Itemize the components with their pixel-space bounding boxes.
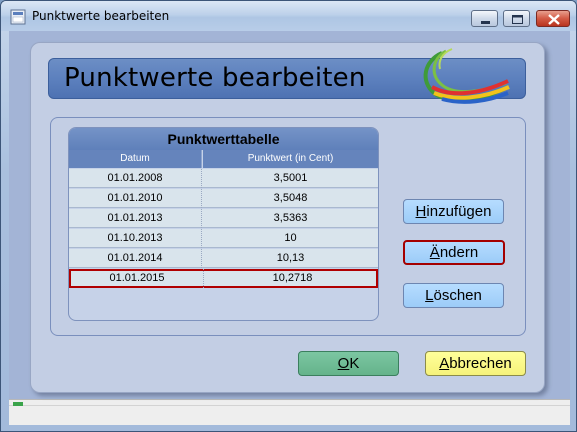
minimize-button[interactable] xyxy=(471,10,498,27)
table-row[interactable]: 01.01.2008 3,5001 xyxy=(69,169,378,188)
cell-value: 10 xyxy=(284,232,297,244)
table-row[interactable]: 01.10.2013 10 xyxy=(69,229,378,248)
window-title: Punktwerte bearbeiten xyxy=(32,9,170,23)
table-row[interactable]: 01.01.2013 3,5363 xyxy=(69,209,378,228)
column-header-value[interactable]: Punktwert (in Cent) xyxy=(203,150,378,168)
table-row[interactable]: 01.01.2014 10,13 xyxy=(69,249,378,268)
table-caption: Punktwerttabelle xyxy=(69,128,378,150)
delete-button[interactable]: Löschen xyxy=(403,283,504,308)
close-button[interactable] xyxy=(536,10,570,27)
status-bar xyxy=(9,399,570,425)
cell-date: 01.01.2015 xyxy=(71,269,204,288)
ok-button[interactable]: OK xyxy=(298,351,399,376)
cell-date: 01.01.2010 xyxy=(69,189,202,208)
swoosh-logo-icon xyxy=(423,48,510,104)
edit-button[interactable]: Ändern xyxy=(403,240,505,265)
title-bar[interactable]: Punktwerte bearbeiten xyxy=(1,1,576,31)
table-row[interactable]: 01.01.2010 3,5048 xyxy=(69,189,378,208)
add-button[interactable]: Hinzufügen xyxy=(403,199,504,224)
cell-date: 01.01.2008 xyxy=(69,169,202,188)
maximize-icon xyxy=(512,15,523,24)
status-indicator xyxy=(13,402,23,406)
cell-value: 10,2718 xyxy=(272,272,313,284)
cell-value: 10,13 xyxy=(276,252,305,264)
close-icon xyxy=(548,14,560,25)
cell-value: 3,5048 xyxy=(273,192,308,204)
app-icon xyxy=(10,9,26,25)
minimize-icon xyxy=(481,21,490,24)
column-header-date[interactable]: Datum xyxy=(69,150,202,168)
cell-date: 01.01.2013 xyxy=(69,209,202,228)
cell-date: 01.10.2013 xyxy=(69,229,202,248)
page-title: Punktwerte bearbeiten xyxy=(64,63,366,93)
cell-value: 3,5363 xyxy=(273,212,308,224)
cell-value: 3,5001 xyxy=(273,172,308,184)
cell-date: 01.01.2014 xyxy=(69,249,202,268)
points-table: Punktwerttabelle Datum Punktwert (in Cen… xyxy=(68,127,379,321)
maximize-button[interactable] xyxy=(503,10,530,27)
table-row-selected[interactable]: 01.01.2015 10,2718 xyxy=(69,269,378,288)
cancel-button[interactable]: Abbrechen xyxy=(425,351,526,376)
status-separator xyxy=(9,405,570,406)
